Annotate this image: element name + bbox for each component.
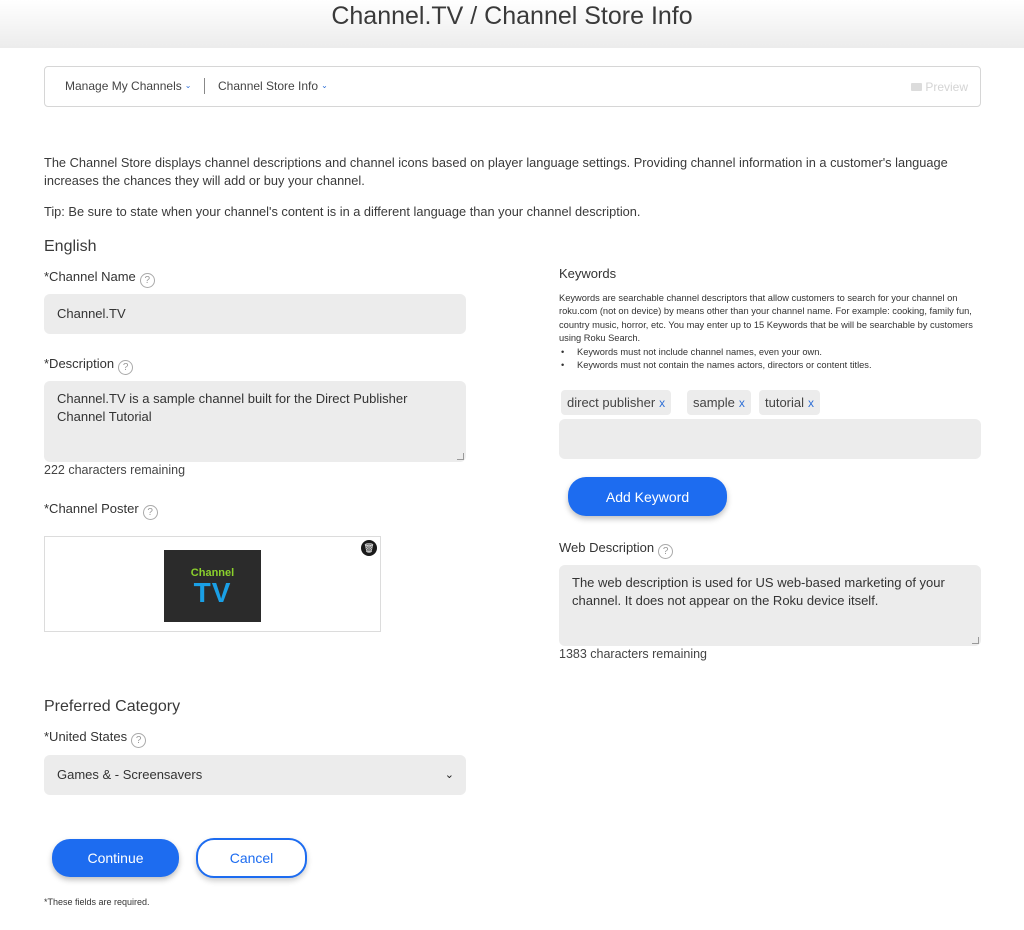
resize-handle-icon[interactable] [972, 637, 979, 644]
add-keyword-button[interactable]: Add Keyword [568, 477, 727, 516]
keywords-description: Keywords are searchable channel descript… [559, 292, 979, 373]
description-label-text: *Description [44, 356, 115, 371]
channel-name-value: Channel.TV [57, 306, 126, 321]
chevron-down-icon: ⌄ [321, 81, 328, 90]
breadcrumb: Manage My Channels ⌄ Channel Store Info ⌄ … [44, 66, 981, 107]
remove-keyword-icon[interactable]: x [659, 396, 665, 410]
web-description-textarea[interactable]: The web description is used for US web-b… [559, 565, 981, 646]
category-select[interactable]: Games & - Screensavers ⌄ [44, 755, 466, 795]
cancel-button[interactable]: Cancel [196, 838, 307, 878]
keyword-input[interactable] [559, 419, 981, 459]
keywords-rule: Keywords must not include channel names,… [559, 346, 979, 360]
top-bar: Channel.TV / Channel Store Info [0, 0, 1024, 48]
category-selected-value: Games & - Screensavers [57, 767, 203, 782]
channel-poster-label: *Channel Poster? [44, 501, 158, 520]
page-title: Channel.TV / Channel Store Info [331, 2, 693, 30]
keywords-rule: Keywords must not contain the names acto… [559, 359, 979, 373]
united-states-label-text: *United States [44, 729, 128, 744]
web-description-label: Web Description? [559, 540, 674, 559]
channel-name-input[interactable]: Channel.TV [44, 294, 466, 334]
chevron-down-icon: ⌄ [444, 769, 454, 781]
breadcrumb-manage-label: Manage My Channels [65, 79, 182, 93]
keyword-chip: sample x [687, 390, 751, 415]
keyword-chip: direct publisher x [561, 390, 672, 415]
intro-text: The Channel Store displays channel descr… [44, 155, 948, 188]
chevron-down-icon: ⌄ [184, 81, 192, 90]
remove-keyword-icon[interactable]: x [739, 396, 745, 410]
preview-label: Preview [925, 80, 968, 94]
help-icon[interactable]: ? [118, 360, 134, 375]
language-section-title: English [44, 238, 97, 255]
description-textarea[interactable]: Channel.TV is a sample channel built for… [44, 381, 466, 462]
channel-poster-image: Channel TV [164, 550, 261, 622]
keyword-chip-label: sample [693, 395, 735, 410]
keywords-label: Keywords [559, 266, 617, 281]
preferred-category-title: Preferred Category [44, 698, 181, 715]
web-description-label-text: Web Description [559, 540, 655, 555]
preview-button[interactable]: Preview [911, 80, 968, 94]
description-label: *Description? [44, 356, 134, 375]
help-icon[interactable]: ? [131, 733, 147, 748]
help-icon[interactable]: ? [139, 273, 155, 288]
description-char-counter: 222 characters remaining [44, 463, 186, 477]
breadcrumb-store-info-label: Channel Store Info [218, 79, 319, 93]
help-icon[interactable]: ? [142, 505, 158, 520]
description-value: Channel.TV is a sample channel built for… [57, 391, 408, 424]
keyword-chip-label: tutorial [765, 395, 805, 410]
trash-icon[interactable]: 🗑 [361, 540, 377, 556]
channel-poster-box: Channel TV 🗑 [44, 536, 381, 632]
poster-logo-line2: TV [193, 577, 232, 608]
resize-handle-icon[interactable] [457, 453, 464, 460]
breadcrumb-manage-my-channels[interactable]: Manage My Channels ⌄ [65, 79, 191, 93]
web-description-char-counter: 1383 characters remaining [559, 647, 707, 661]
keyword-chip: tutorial x [759, 390, 821, 415]
keyword-chip-label: direct publisher [567, 395, 656, 410]
help-icon[interactable]: ? [658, 544, 674, 559]
preview-icon [911, 83, 923, 91]
breadcrumb-divider [204, 78, 205, 94]
remove-keyword-icon[interactable]: x [808, 396, 814, 410]
keywords-rules-list: Keywords must not include channel names,… [559, 346, 979, 373]
required-fields-note: *These fields are required. [44, 897, 150, 907]
united-states-label: *United States? [44, 729, 147, 748]
continue-button[interactable]: Continue [52, 839, 179, 877]
tip-text: Tip: Be sure to state when your channel'… [44, 204, 641, 219]
channel-poster-label-text: *Channel Poster [44, 501, 139, 516]
web-description-value: The web description is used for US web-b… [572, 575, 945, 608]
breadcrumb-channel-store-info[interactable]: Channel Store Info ⌄ [218, 79, 328, 93]
keywords-description-text: Keywords are searchable channel descript… [559, 293, 973, 344]
channel-name-label-text: *Channel Name [44, 269, 136, 284]
channel-name-label: *Channel Name? [44, 269, 155, 288]
